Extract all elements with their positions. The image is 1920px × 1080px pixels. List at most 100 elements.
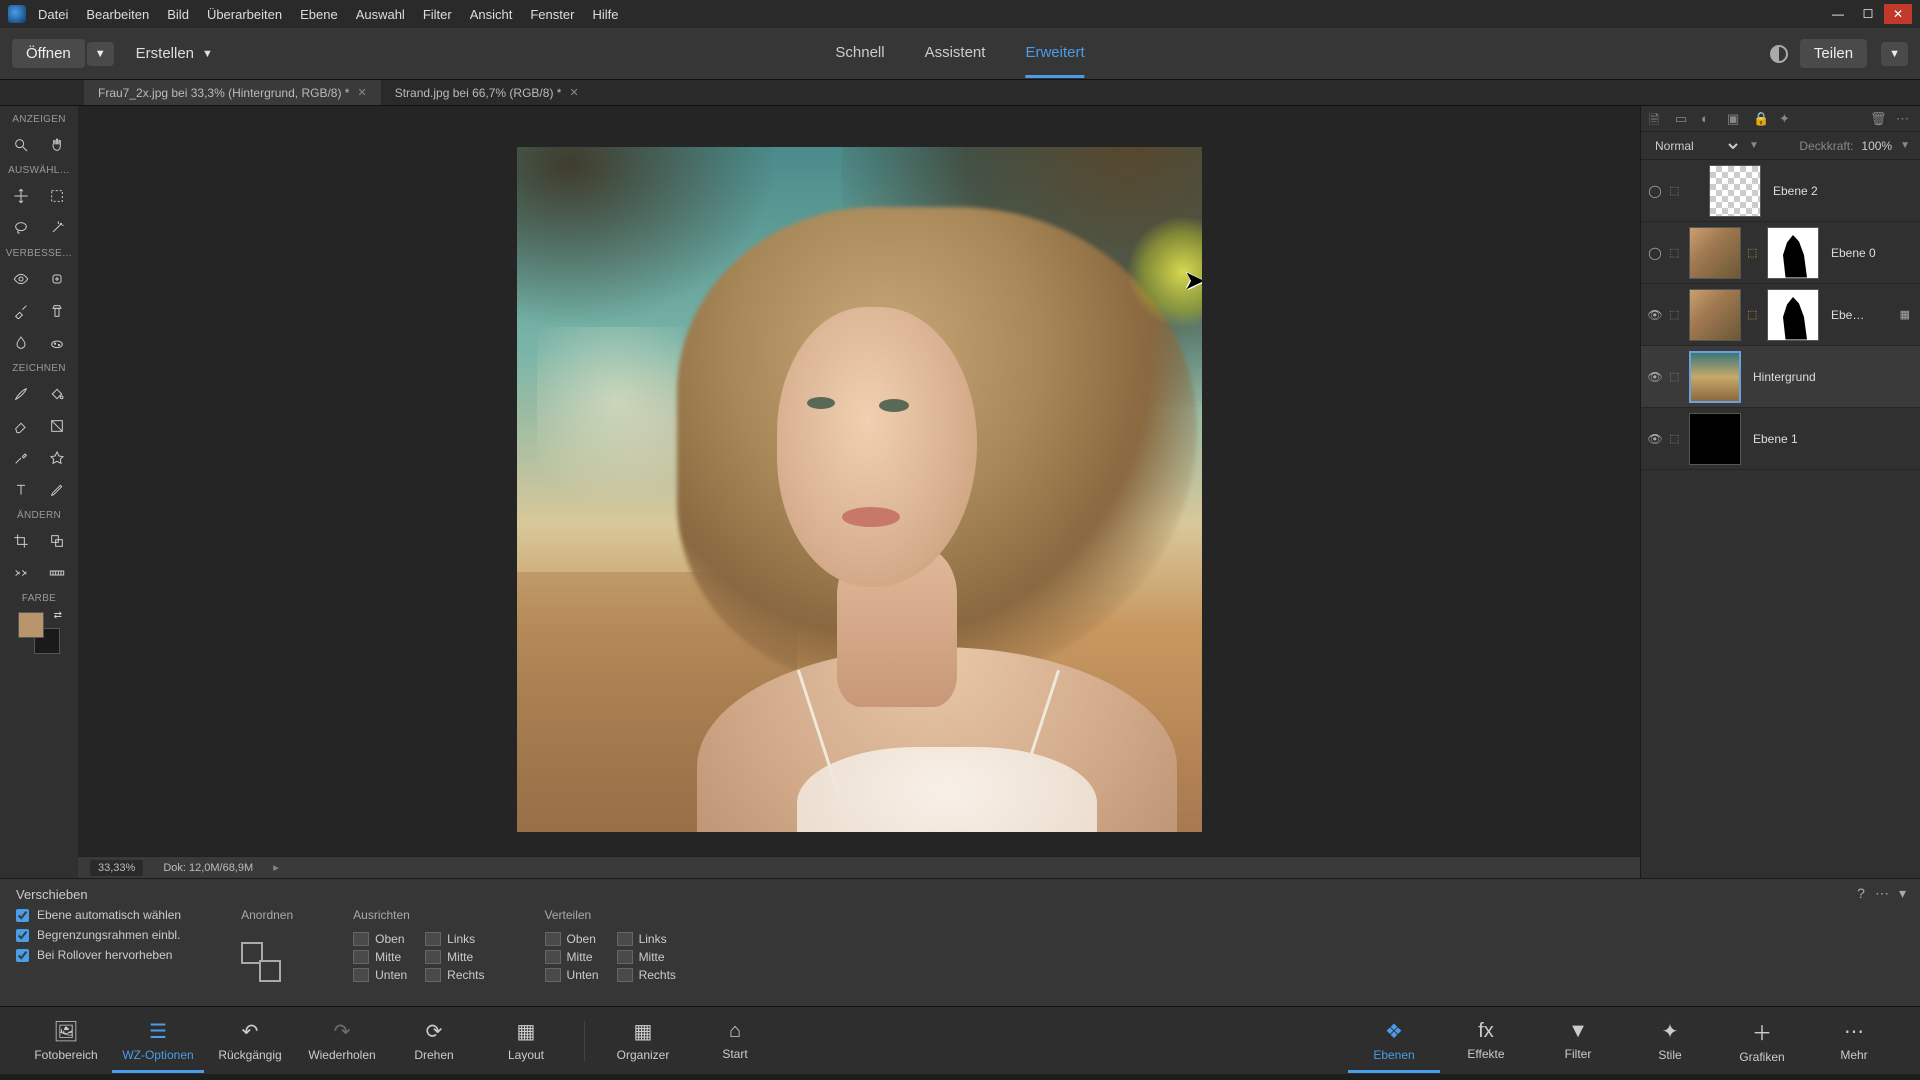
mode-quick[interactable]: Schnell (835, 30, 884, 78)
layer-lock-icon[interactable]: ⬚ (1669, 184, 1683, 197)
create-button[interactable]: Erstellen▼ (136, 45, 213, 62)
share-dropdown[interactable]: ▼ (1881, 42, 1908, 66)
layer-row-0[interactable]: ◯ ⬚ Ebene 2 (1641, 160, 1920, 222)
bb-layout[interactable]: ▦Layout (480, 1019, 572, 1062)
bb-wz-optionen[interactable]: ☰WZ-Optionen (112, 1019, 204, 1073)
bb-rotate[interactable]: ⟳Drehen (388, 1019, 480, 1062)
bb-start[interactable]: ⌂Start (689, 1020, 781, 1061)
layer-name[interactable]: Hintergrund (1747, 370, 1914, 384)
layer-visibility-icon[interactable]: ◯ (1647, 246, 1663, 260)
layer-visibility-icon[interactable]: ◯ (1647, 184, 1663, 198)
swap-colors-icon[interactable]: ⇄ (54, 610, 62, 621)
layer-mask-thumbnail[interactable] (1767, 227, 1819, 279)
recompose-tool[interactable] (43, 528, 71, 554)
layer-thumbnail[interactable] (1709, 165, 1761, 217)
color-swatches[interactable]: ⇄ (18, 612, 60, 654)
doctab-0[interactable]: Frau7_2x.jpg bei 33,3% (Hintergrund, RGB… (84, 80, 381, 105)
brush-tool[interactable] (7, 381, 35, 407)
layer-lock-icon[interactable]: ⬚ (1669, 246, 1683, 259)
layer-row-3[interactable]: 👁 ⬚ Hintergrund (1641, 346, 1920, 408)
document-image[interactable]: ➤ (517, 147, 1202, 832)
fx-icon[interactable]: ✦ (1779, 111, 1795, 127)
blur-tool[interactable] (7, 330, 35, 356)
hand-tool[interactable] (43, 132, 71, 158)
distribute-top[interactable]: Oben (545, 932, 599, 946)
align-bottom[interactable]: Unten (353, 968, 407, 982)
layer-row-4[interactable]: 👁 ⬚ Ebene 1 (1641, 408, 1920, 470)
bb-ebenen[interactable]: ❖Ebenen (1348, 1019, 1440, 1073)
align-right[interactable]: Rechts (425, 968, 484, 982)
bb-grafiken[interactable]: ＋Grafiken (1716, 1017, 1808, 1064)
delete-layer-icon[interactable]: 🗑 (1870, 111, 1886, 127)
bb-stile[interactable]: ✦Stile (1624, 1019, 1716, 1062)
help-icon[interactable]: ? (1857, 885, 1865, 902)
blend-mode-select[interactable]: Normal (1651, 138, 1741, 154)
panel-menu-icon[interactable]: ⋯ (1896, 111, 1912, 127)
eraser-tool[interactable] (7, 413, 35, 439)
layer-mask-thumbnail[interactable] (1767, 289, 1819, 341)
menu-datei[interactable]: Datei (38, 7, 68, 22)
menu-bearbeiten[interactable]: Bearbeiten (86, 7, 149, 22)
layer-fx-icon[interactable]: ▦ (1900, 308, 1914, 321)
open-button[interactable]: Öffnen (12, 39, 85, 68)
bb-effekte[interactable]: fxEffekte (1440, 1020, 1532, 1061)
distribute-left[interactable]: Links (617, 932, 676, 946)
menu-bild[interactable]: Bild (167, 7, 189, 22)
layer-row-2[interactable]: 👁 ⬚ ⬚ Ebe… ▦ (1641, 284, 1920, 346)
layer-name[interactable]: Ebe… (1825, 308, 1894, 322)
foreground-color-swatch[interactable] (18, 612, 44, 638)
menu-hilfe[interactable]: Hilfe (592, 7, 618, 22)
arrange-icon[interactable] (241, 942, 281, 982)
distribute-right[interactable]: Rechts (617, 968, 676, 982)
check-bounding-box[interactable]: Begrenzungsrahmen einbl. (16, 928, 181, 942)
bb-redo[interactable]: ↷Wiederholen (296, 1019, 388, 1062)
share-button[interactable]: Teilen (1800, 39, 1867, 68)
layer-lock-icon[interactable]: ⬚ (1669, 432, 1683, 445)
bb-mehr[interactable]: ⋯Mehr (1808, 1019, 1900, 1062)
layer-name[interactable]: Ebene 2 (1767, 184, 1914, 198)
layer-row-1[interactable]: ◯ ⬚ ⬚ Ebene 0 (1641, 222, 1920, 284)
marquee-tool[interactable] (43, 183, 71, 209)
layer-lock-icon[interactable]: ⬚ (1669, 370, 1683, 383)
doctab-1-close-icon[interactable]: ✕ (569, 86, 578, 99)
align-center[interactable]: Mitte (425, 950, 484, 964)
opacity-value[interactable]: 100% (1861, 139, 1892, 153)
status-zoom[interactable]: 33,33% (90, 860, 143, 876)
distribute-middle[interactable]: Mitte (545, 950, 599, 964)
bb-fotobereich[interactable]: 🖼Fotobereich (20, 1019, 112, 1062)
spot-heal-tool[interactable] (43, 266, 71, 292)
bucket-tool[interactable] (43, 381, 71, 407)
layer-visibility-icon[interactable]: 👁 (1647, 308, 1663, 322)
mode-expert[interactable]: Erweitert (1025, 30, 1084, 78)
align-top[interactable]: Oben (353, 932, 407, 946)
redeye-tool[interactable] (7, 266, 35, 292)
options-menu-icon[interactable]: ⋯ (1875, 885, 1889, 902)
layer-name[interactable]: Ebene 0 (1825, 246, 1914, 260)
sponge-tool[interactable] (43, 330, 71, 356)
menu-ebene[interactable]: Ebene (300, 7, 338, 22)
options-collapse-icon[interactable]: ▾ (1899, 885, 1906, 902)
adjustment-layer-icon[interactable]: ◐ (1701, 111, 1717, 127)
lock-icon[interactable]: 🔒 (1753, 111, 1769, 127)
align-left[interactable]: Links (425, 932, 484, 946)
status-arrow-icon[interactable]: ▸ (273, 861, 279, 874)
eyedropper-tool[interactable] (7, 445, 35, 471)
layer-name[interactable]: Ebene 1 (1747, 432, 1914, 446)
straighten-tool[interactable] (43, 560, 71, 586)
bb-filter[interactable]: ▼Filter (1532, 1020, 1624, 1061)
lasso-tool[interactable] (7, 215, 35, 241)
align-middle[interactable]: Mitte (353, 950, 407, 964)
menu-fenster[interactable]: Fenster (530, 7, 574, 22)
menu-ansicht[interactable]: Ansicht (470, 7, 513, 22)
shape-tool[interactable] (43, 445, 71, 471)
bb-organizer[interactable]: ▦Organizer (597, 1019, 689, 1062)
theme-toggle-icon[interactable] (1770, 45, 1788, 63)
clone-tool[interactable] (43, 298, 71, 324)
doctab-0-close-icon[interactable]: ✕ (357, 86, 366, 99)
menu-ueberarbeiten[interactable]: Überarbeiten (207, 7, 282, 22)
check-auto-select[interactable]: Ebene automatisch wählen (16, 908, 181, 922)
distribute-center[interactable]: Mitte (617, 950, 676, 964)
move-tool[interactable] (7, 183, 35, 209)
check-rollover[interactable]: Bei Rollover hervorheben (16, 948, 181, 962)
menu-auswahl[interactable]: Auswahl (356, 7, 405, 22)
